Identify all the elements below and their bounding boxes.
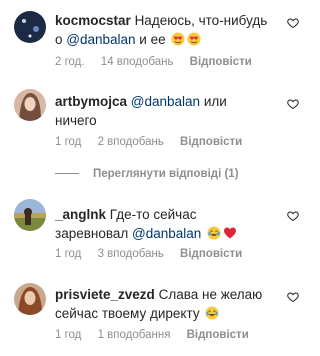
comment-time[interactable]: 1 год: [55, 329, 81, 341]
reply-button[interactable]: Відповісти: [187, 329, 249, 341]
comment-item: prisviete_zvezd Слава не желаю сейчас тв…: [0, 0, 311, 356]
tears-of-joy-emoji: [205, 306, 219, 320]
comment-meta: 1 год 1 вподобання Відповісти: [55, 329, 262, 341]
comment-text: prisviete_zvezd Слава не желаю сейчас тв…: [55, 285, 270, 323]
comment-likes[interactable]: 1 вподобання: [98, 329, 171, 341]
comment-username[interactable]: prisviete_zvezd: [55, 287, 155, 302]
avatar[interactable]: [14, 283, 46, 315]
like-heart-icon[interactable]: [287, 291, 299, 303]
